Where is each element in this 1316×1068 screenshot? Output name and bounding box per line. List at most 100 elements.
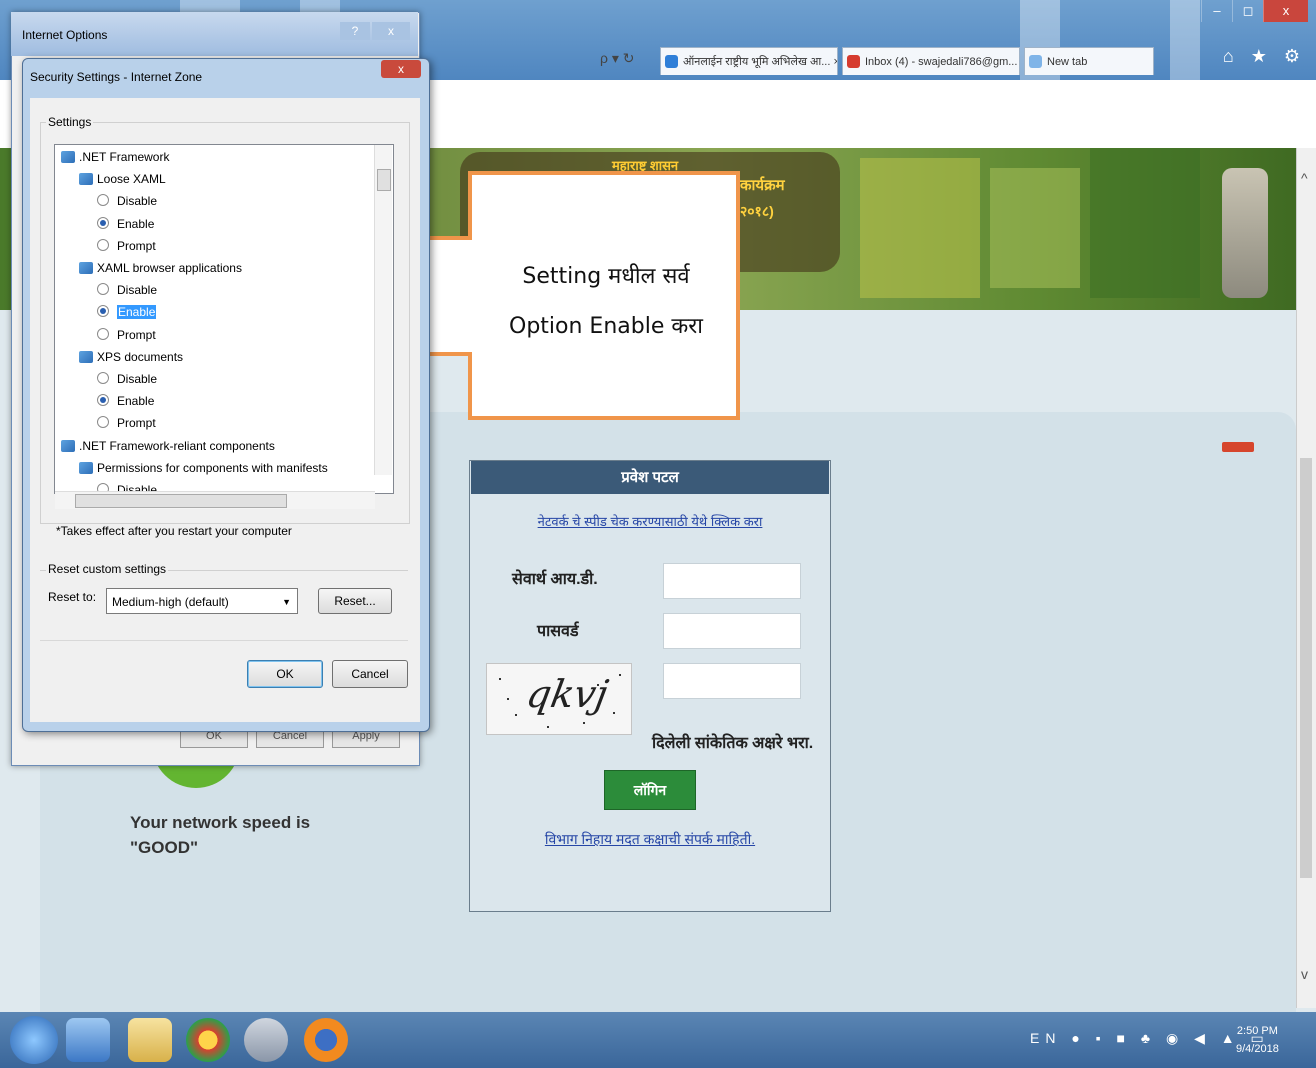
captcha-image: qkvj [486,663,632,735]
tree-radio-option[interactable]: Enable [97,214,154,234]
security-dialog-close-button[interactable]: x [381,60,421,78]
reset-level-value: Medium-high (default) [112,595,229,609]
callout-line1: Setting मधील सर्व [522,264,690,289]
tree-radio-option[interactable]: Prompt [97,325,156,345]
cancel-button[interactable]: Cancel [332,660,408,688]
tree-vertical-scrollbar[interactable] [374,145,392,475]
tree-item-label: .NET Framework [79,150,170,164]
scroll-down-icon[interactable]: v [1301,966,1308,982]
dialog-separator [40,640,408,641]
tab-label: New tab [1047,56,1088,68]
tree-radio-option[interactable]: Enable [97,302,157,322]
new-tab-icon [1029,55,1042,68]
callout-line2: Option Enable करा [509,314,703,339]
contact-info-link[interactable]: विभाग निहाय मदत कक्षाची संपर्क माहिती. [470,830,830,849]
tree-item-label: Enable [117,394,155,409]
page-scrollbar[interactable]: ^ v [1296,148,1316,1008]
address-search-refresh[interactable]: ρ ▾ ↻ [600,50,635,67]
radio-unchecked-icon[interactable] [97,283,109,296]
internet-options-title: Internet Options [22,28,108,42]
user-id-label: सेवार्थ आय.डी. [512,571,598,588]
firefox-icon[interactable] [304,1018,348,1062]
password-input[interactable] [663,613,801,649]
tab-label: ऑनलाईन राष्ट्रीय भूमि अभिलेख आ... × [683,56,838,68]
captcha-input[interactable] [663,663,801,699]
radio-checked-icon[interactable] [97,216,109,229]
ok-button[interactable]: OK [247,660,323,688]
reset-button[interactable]: Reset... [318,588,392,614]
setting-category-icon [61,151,75,163]
radio-unchecked-icon[interactable] [97,194,109,207]
tree-item-label: Prompt [117,238,156,253]
radio-unchecked-icon[interactable] [97,372,109,384]
snipping-tool-icon[interactable] [244,1018,288,1062]
clock-time: 2:50 PM [1236,1025,1278,1037]
tree-item-label: Disable [117,194,158,209]
tree-radio-option[interactable]: Disable [97,369,157,389]
gmail-icon [847,55,860,68]
ie-page-icon [665,55,678,68]
scroll-up-icon[interactable]: ^ [1301,170,1308,186]
tree-radio-option[interactable]: Disable [97,280,157,300]
tree-setting-item[interactable]: Permissions for components with manifest… [79,458,328,478]
tab-gmail[interactable]: Inbox (4) - swajedali786@gm... [842,47,1020,75]
reset-level-select[interactable]: Medium-high (default) ▼ [106,588,298,614]
tree-setting-item[interactable]: XAML browser applications [79,258,242,278]
setting-category-icon [79,173,93,186]
login-button[interactable]: लॉगिन [604,770,696,810]
home-favorites-tools-icons[interactable]: ⌂ ★ ⚙ [1223,46,1306,67]
setting-category-icon [79,461,93,474]
reset-to-label: Reset to: [48,590,97,604]
settings-tree[interactable]: .NET Framework Loose XAML Disable Enable Pro… [54,144,394,494]
tree-radio-option[interactable]: Prompt [97,236,156,256]
speed-check-link[interactable]: नेटवर्क चे स्पीड चेक करण्यासाठी येथे क्ल… [470,512,830,530]
radio-unchecked-icon[interactable] [97,238,109,251]
reset-group-label: Reset custom settings [46,562,169,576]
close-window-button[interactable]: x [1263,0,1308,22]
speed-line2: "GOOD" [130,838,199,857]
start-button-icon[interactable] [10,1016,58,1064]
speed-line1: Your network speed is [130,813,311,832]
radio-unchecked-icon[interactable] [97,416,109,429]
restore-button[interactable]: ◻ [1232,0,1263,22]
collapse-button[interactable] [1222,442,1254,452]
tree-radio-option[interactable]: Enable [97,391,154,411]
file-explorer-icon[interactable] [128,1018,172,1062]
captcha-text: qkvj [523,672,612,716]
tab-active[interactable]: ऑनलाईन राष्ट्रीय भूमि अभिलेख आ... × [660,47,838,75]
tree-item-label: Loose XAML [97,172,166,187]
callout-text: Setting मधील सर्व Option Enable करा [472,252,740,352]
setting-category-icon [61,439,75,452]
radio-checked-icon[interactable] [97,305,109,318]
language-indicator[interactable]: EN [1030,1030,1061,1046]
radio-unchecked-icon[interactable] [97,327,109,340]
settings-group-label: Settings [46,115,94,129]
tree-item-label: XAML browser applications [97,261,242,275]
clock-date: 9/4/2018 [1236,1043,1279,1055]
captcha-instruction: दिलेली सांकेतिक अक्षरे भरा. [652,735,814,752]
internet-options-close-button[interactable]: x [372,22,410,40]
tree-radio-option[interactable]: Disable [97,191,157,211]
tree-setting-item[interactable]: .NET Framework [61,147,169,167]
tree-setting-item[interactable]: XPS documents [79,347,183,367]
tree-setting-item[interactable]: Loose XAML [79,169,166,189]
setting-category-icon [79,262,93,274]
tree-item-label: Disable [117,283,158,298]
tab-new[interactable]: New tab [1024,47,1154,75]
user-id-input[interactable] [663,563,801,599]
tree-setting-item[interactable]: .NET Framework-reliant components [61,436,275,456]
help-button[interactable]: ? [340,22,370,40]
network-speed-text: Your network speed is "GOOD" [130,810,310,860]
chrome-icon[interactable] [186,1018,230,1062]
minimize-button[interactable]: – [1201,0,1232,22]
taskbar-clock[interactable]: 2:50 PM 9/4/2018 [1236,1022,1279,1058]
tree-item-label: .NET Framework-reliant components [79,438,275,453]
tree-horizontal-scrollbar[interactable] [55,491,375,509]
radio-checked-icon[interactable] [97,394,109,407]
security-dialog-title: Security Settings - Internet Zone [30,70,203,84]
internet-explorer-icon[interactable] [66,1018,110,1062]
system-tray[interactable]: EN ● ▪ ■ ♣ ◉ ◀ ▲ ▭ [1030,1030,1270,1047]
tree-radio-option[interactable]: Prompt [97,413,156,433]
scroll-thumb[interactable] [1300,458,1312,878]
setting-category-icon [79,350,93,363]
